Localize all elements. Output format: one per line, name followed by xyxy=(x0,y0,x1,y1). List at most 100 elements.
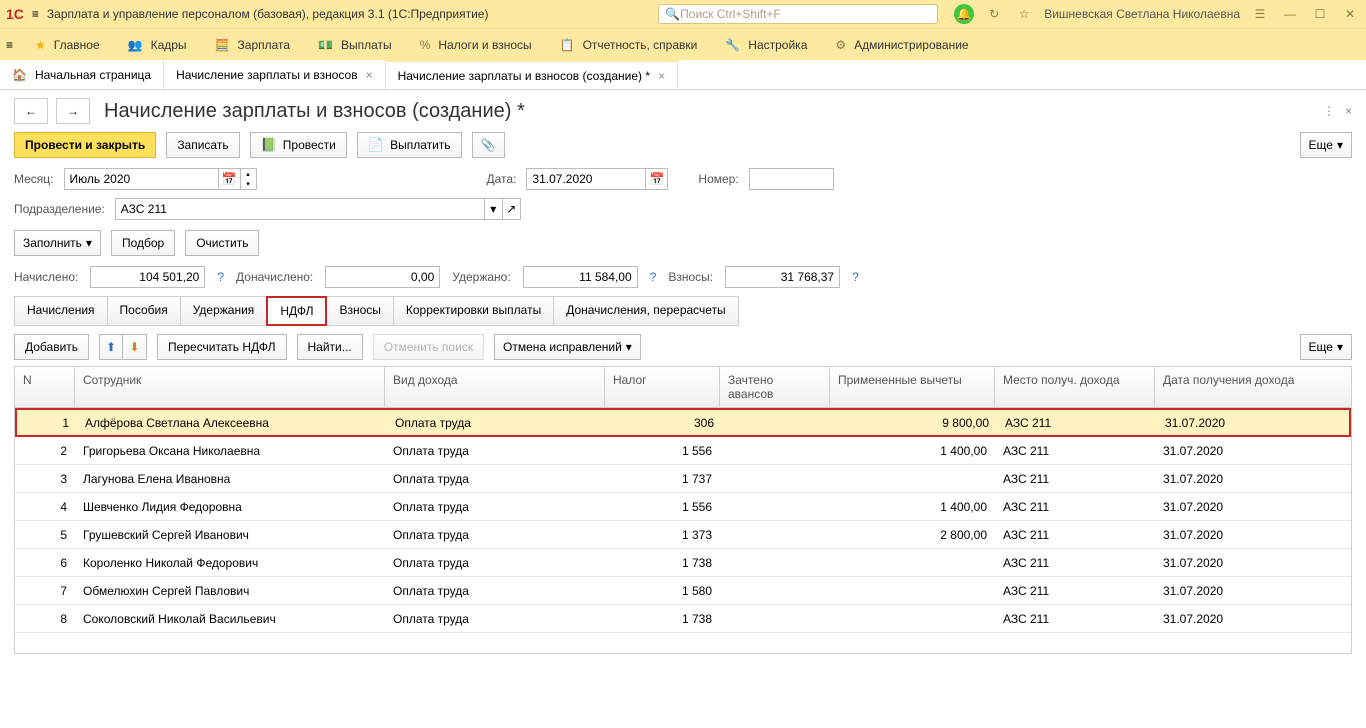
number-input[interactable] xyxy=(749,168,834,190)
menu-settings[interactable]: 🔧Настройка xyxy=(719,38,813,52)
tab-doc-2[interactable]: Начисление зарплаты и взносов (создание)… xyxy=(386,60,678,89)
move-down-button[interactable]: ⬇ xyxy=(123,334,147,360)
accrued-input[interactable] xyxy=(90,266,205,288)
col-income-type[interactable]: Вид дохода xyxy=(385,367,605,407)
menu-reports[interactable]: 📋Отчетность, справки xyxy=(554,38,704,52)
menu-salary[interactable]: 🧮Зарплата xyxy=(209,38,297,52)
close-icon[interactable]: × xyxy=(366,68,373,82)
history-icon[interactable]: ↻ xyxy=(984,4,1004,24)
tab-accruals[interactable]: Начисления xyxy=(14,296,108,326)
table-row[interactable]: 6Короленко Николай ФедоровичОплата труда… xyxy=(15,549,1351,577)
tab-withholdings[interactable]: Удержания xyxy=(180,296,268,326)
col-tax[interactable]: Налог xyxy=(605,367,720,407)
table-row[interactable]: 2Григорьева Оксана НиколаевнаОплата труд… xyxy=(15,437,1351,465)
menu-main[interactable]: ★Главное xyxy=(29,38,106,52)
find-button[interactable]: Найти... xyxy=(297,334,363,360)
notifications-icon[interactable]: 🔔 xyxy=(954,4,974,24)
cell-place: АЗС 211 xyxy=(997,416,1157,430)
month-input[interactable] xyxy=(64,168,219,190)
table-row[interactable]: 3Лагунова Елена ИвановнаОплата труда1 73… xyxy=(15,465,1351,493)
tab-benefits[interactable]: Пособия xyxy=(107,296,181,326)
recalc-ndfl-button[interactable]: Пересчитать НДФЛ xyxy=(157,334,286,360)
col-place[interactable]: Место получ. дохода xyxy=(995,367,1155,407)
fill-button[interactable]: Заполнить ▾ xyxy=(14,230,101,256)
addl-input[interactable] xyxy=(325,266,440,288)
subdivision-input[interactable] xyxy=(115,198,485,220)
post-and-close-button[interactable]: Провести и закрыть xyxy=(14,132,156,158)
maximize-icon[interactable]: ☐ xyxy=(1310,4,1330,24)
more-button[interactable]: Еще ▾ xyxy=(1300,132,1352,158)
menu-payments[interactable]: 💵Выплаты xyxy=(312,38,398,52)
tab-recalc[interactable]: Доначисления, перерасчеты xyxy=(553,296,738,326)
ndfl-grid: N Сотрудник Вид дохода Налог Зачтено ава… xyxy=(14,366,1352,654)
col-employee[interactable]: Сотрудник xyxy=(75,367,385,407)
minimize-icon[interactable]: — xyxy=(1280,4,1300,24)
cell-deduction: 1 400,00 xyxy=(830,444,995,458)
nav-menu-icon[interactable]: ≡ xyxy=(6,38,13,52)
post-button[interactable]: 📗Провести xyxy=(250,132,347,158)
tab-ndfl[interactable]: НДФЛ xyxy=(266,296,327,326)
menu-admin[interactable]: ⚙Администрирование xyxy=(829,38,974,52)
favorite-icon[interactable]: ☆ xyxy=(1014,4,1034,24)
table-row[interactable]: 8Соколовский Николай ВасильевичОплата тр… xyxy=(15,605,1351,633)
help-icon[interactable]: ? xyxy=(852,270,859,284)
close-icon[interactable]: × xyxy=(658,69,665,83)
move-up-button[interactable]: ⬆ xyxy=(99,334,123,360)
add-row-button[interactable]: Добавить xyxy=(14,334,89,360)
contrib-input[interactable] xyxy=(725,266,840,288)
chevron-down-icon[interactable]: ▾ xyxy=(485,198,503,220)
tab-contributions[interactable]: Взносы xyxy=(326,296,393,326)
back-button[interactable]: ← xyxy=(14,98,48,124)
table-row[interactable]: 7Обмелюхин Сергей ПавловичОплата труда1 … xyxy=(15,577,1351,605)
menu-icon[interactable]: ≡ xyxy=(32,7,39,21)
menu-taxes[interactable]: %Налоги и взносы xyxy=(414,38,538,52)
user-name[interactable]: Вишневская Светлана Николаевна xyxy=(1044,7,1240,21)
tab-doc-1[interactable]: Начисление зарплаты и взносов× xyxy=(164,60,386,89)
col-deductions[interactable]: Примененные вычеты xyxy=(830,367,995,407)
help-icon[interactable]: ? xyxy=(217,270,224,284)
label-addl: Доначислено: xyxy=(236,270,313,284)
chevron-down-icon: ▾ xyxy=(1337,138,1343,152)
calendar-icon[interactable]: 📅 xyxy=(219,168,241,190)
save-button[interactable]: Записать xyxy=(166,132,239,158)
month-spinner[interactable]: ▴▾ xyxy=(241,168,257,190)
cell-tax: 306 xyxy=(607,416,722,430)
cell-tax: 1 738 xyxy=(605,612,720,626)
titlebar: 1C ≡ Зарплата и управление персоналом (б… xyxy=(0,0,1366,28)
table-row[interactable]: 1Алфёрова Светлана АлексеевнаОплата труд… xyxy=(15,408,1351,437)
label-subdivision: Подразделение: xyxy=(14,202,105,216)
col-advance[interactable]: Зачтено авансов xyxy=(720,367,830,407)
report-icon: 📋 xyxy=(560,38,575,52)
help-icon[interactable]: ? xyxy=(650,270,657,284)
forward-button[interactable]: → xyxy=(56,98,90,124)
more-menu-icon[interactable]: ⋮ xyxy=(1323,104,1335,118)
filter-icon[interactable]: ☰ xyxy=(1250,4,1270,24)
table-row[interactable]: 4Шевченко Лидия ФедоровнаОплата труда1 5… xyxy=(15,493,1351,521)
withheld-input[interactable] xyxy=(523,266,638,288)
date-input[interactable] xyxy=(526,168,646,190)
clear-button[interactable]: Очистить xyxy=(185,230,259,256)
menu-hr[interactable]: 👥Кадры xyxy=(122,38,193,52)
tab-corrections[interactable]: Корректировки выплаты xyxy=(393,296,554,326)
cell-type: Оплата труда xyxy=(385,500,605,514)
tab-home[interactable]: 🏠Начальная страница xyxy=(0,60,164,89)
cell-n: 6 xyxy=(15,556,75,570)
global-search-input[interactable]: 🔍 Поиск Ctrl+Shift+F xyxy=(658,4,938,24)
cancel-fix-button[interactable]: Отмена исправлений ▾ xyxy=(494,334,641,360)
pick-button[interactable]: Подбор xyxy=(111,230,175,256)
calc-icon: 🧮 xyxy=(215,38,230,52)
cell-tax: 1 556 xyxy=(605,500,720,514)
close-page-icon[interactable]: × xyxy=(1345,104,1352,118)
chevron-down-icon[interactable]: ▾ xyxy=(241,179,256,189)
open-icon[interactable]: ↗ xyxy=(503,198,521,220)
col-date[interactable]: Дата получения дохода xyxy=(1155,367,1310,407)
close-icon[interactable]: ✕ xyxy=(1340,4,1360,24)
attach-button[interactable]: 📎 xyxy=(472,132,505,158)
table-row[interactable]: 5Грушевский Сергей ИвановичОплата труда1… xyxy=(15,521,1351,549)
cell-tax: 1 580 xyxy=(605,584,720,598)
chevron-up-icon[interactable]: ▴ xyxy=(241,169,256,179)
col-n[interactable]: N xyxy=(15,367,75,407)
grid-more-button[interactable]: Еще ▾ xyxy=(1300,334,1352,360)
pay-button[interactable]: 📄Выплатить xyxy=(357,132,462,158)
calendar-icon[interactable]: 📅 xyxy=(646,168,668,190)
